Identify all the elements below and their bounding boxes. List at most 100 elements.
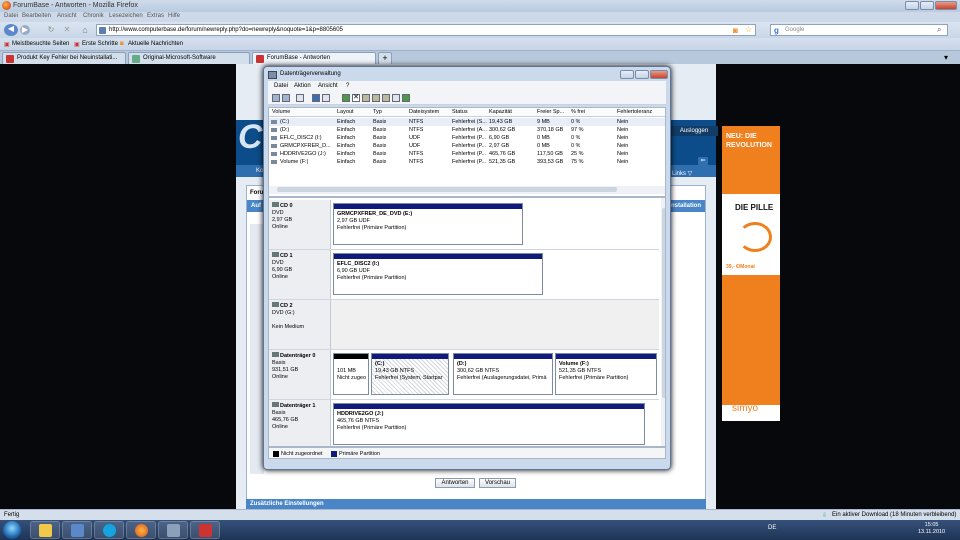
back-button[interactable]: ◀: [4, 24, 18, 36]
vertical-scrollbar[interactable]: [661, 198, 665, 446]
clock[interactable]: 15:05 13.11.2010: [918, 522, 945, 536]
nav-links[interactable]: Links ▽: [672, 170, 692, 177]
language-indicator[interactable]: DE: [768, 525, 776, 531]
partition-block[interactable]: (D:) 300,62 GB NTFS Fehlerfrei (Auslagerun…: [453, 353, 553, 395]
disk-label[interactable]: CD 1 DVD 6,90 GB Online: [269, 250, 331, 299]
list-icon[interactable]: [392, 94, 400, 102]
partition-block[interactable]: HDDRIVE2GO (J:) 465,76 GB NTFS Fehlerfrei …: [333, 403, 645, 445]
skype-icon[interactable]: [94, 521, 124, 539]
save-icon[interactable]: [372, 94, 380, 102]
partition-block[interactable]: EFLC_DISC2 (I:) 6,90 GB UDF Fehlerfrei (Pr…: [333, 253, 543, 295]
tab-produkt-key[interactable]: Produkt Key Fehler bei Neuinstallati...: [2, 52, 126, 64]
tab-original-microsoft[interactable]: Original-Microsoft-Software: [128, 52, 250, 64]
maximize-button[interactable]: [920, 1, 934, 10]
mmc-minimize-button[interactable]: [620, 70, 634, 79]
forward-icon[interactable]: [282, 94, 290, 102]
column-header[interactable]: Fehlertoleranz: [617, 109, 663, 115]
volume-cell: 6,90 GB: [489, 135, 510, 141]
column-header[interactable]: Dateisystem: [409, 109, 439, 115]
bookmark-meistbesuchte[interactable]: Meistbesuchte Seiten: [12, 41, 69, 47]
reload-icon[interactable]: ↻: [46, 25, 56, 35]
open-icon[interactable]: [362, 94, 370, 102]
rss-icon[interactable]: ◙: [733, 26, 738, 35]
tab-forumbase-antworten[interactable]: ForumBase - Antworten: [252, 52, 376, 64]
partition-block[interactable]: GRMCPXFRER_DE_DVD (E:) 2,97 GB UDF Fehlerf…: [333, 203, 523, 245]
extra-settings-header[interactable]: Zusätzliche Einstellungen: [246, 499, 706, 509]
search-icon[interactable]: [382, 94, 390, 102]
horizontal-scrollbar[interactable]: [269, 186, 665, 194]
start-button[interactable]: [3, 521, 21, 539]
scrollbar-thumb[interactable]: [662, 208, 665, 398]
check-icon[interactable]: [342, 94, 350, 102]
mmc-close-button[interactable]: [650, 70, 668, 79]
menu-chronik[interactable]: Chronik: [83, 13, 104, 19]
search-box[interactable]: g Google ⌕: [770, 24, 948, 36]
stop-icon[interactable]: ✕: [62, 25, 72, 35]
mmc-menu-datei[interactable]: Datei: [274, 83, 288, 89]
properties-icon[interactable]: [322, 94, 330, 102]
up-icon[interactable]: [296, 94, 304, 102]
menu-bearbeiten[interactable]: Bearbeiten: [22, 13, 51, 19]
volume-row[interactable]: (D:) Einfach Basis NTFS Fehlerfrei (A... 300,…: [269, 126, 665, 134]
menu-datei[interactable]: Datei: [4, 13, 18, 19]
minimize-button[interactable]: [905, 1, 919, 10]
firefox-icon[interactable]: [126, 521, 156, 539]
partition-block[interactable]: Volume (F:) 521,35 GB NTFS Fehlerfrei (Pri…: [555, 353, 657, 395]
mmc-menu-help[interactable]: ?: [346, 83, 349, 89]
volume-row[interactable]: Volume (F:) Einfach Basis NTFS Fehlerfrei (P…: [269, 158, 665, 166]
menu-extras[interactable]: Extras: [147, 13, 164, 19]
volume-row[interactable]: HDDRIVE2GO (J:) Einfach Basis NTFS Fehlerfre…: [269, 150, 665, 158]
explorer-icon[interactable]: [30, 521, 60, 539]
column-header[interactable]: % frei: [571, 109, 585, 115]
menu-lesezeichen[interactable]: Lesezeichen: [109, 13, 143, 19]
column-header[interactable]: Freier Sp...: [537, 109, 569, 115]
mmc-maximize-button[interactable]: [635, 70, 649, 79]
delete-icon[interactable]: ✕: [352, 94, 360, 102]
disk-icon[interactable]: [402, 94, 410, 102]
column-header[interactable]: Volume: [272, 109, 290, 115]
download-status[interactable]: Ein aktiver Download (18 Minuten verblei…: [832, 512, 956, 518]
column-header[interactable]: Status: [452, 109, 468, 115]
download-icon[interactable]: ⇩: [822, 512, 827, 519]
logout-button[interactable]: Ausloggen: [670, 126, 718, 136]
disk-label[interactable]: Datenträger 0 Basis 931,51 GB Online: [269, 350, 331, 399]
menu-hilfe[interactable]: Hilfe: [168, 13, 180, 19]
disk-label[interactable]: CD 2 DVD (G:) Kein Medium: [269, 300, 331, 349]
column-header[interactable]: Typ: [373, 109, 382, 115]
bookmark-star-icon[interactable]: ☆: [745, 25, 752, 34]
search-icon[interactable]: ⌕: [937, 25, 941, 35]
reply-button[interactable]: Antworten: [435, 478, 475, 488]
tab-list-icon[interactable]: ▾: [944, 53, 948, 62]
disk-label[interactable]: CD 0 DVD 2,97 GB Online: [269, 200, 331, 249]
preview-button[interactable]: Vorschau: [479, 478, 516, 488]
mmc-menu-ansicht[interactable]: Ansicht: [318, 83, 338, 89]
column-header[interactable]: Layout: [337, 109, 354, 115]
app-icon[interactable]: [190, 521, 220, 539]
volume-row[interactable]: EFLC_DISC2 (I:) Einfach Basis UDF Fehlerfrei…: [269, 134, 665, 142]
bookmark-aktuelle-nachrichten[interactable]: Aktuelle Nachrichten: [128, 41, 183, 47]
scrollbar-thumb[interactable]: [277, 187, 617, 192]
column-header[interactable]: Kapazität: [489, 109, 512, 115]
menu-ansicht[interactable]: Ansicht: [57, 13, 77, 19]
bookmark-erste-schritte[interactable]: Erste Schritte: [82, 41, 118, 47]
site-logo[interactable]: C: [238, 118, 263, 157]
help-icon[interactable]: [312, 94, 320, 102]
url-bar[interactable]: http://www.computerbase.de/forum/newrepl…: [96, 24, 756, 36]
partition-block[interactable]: (C:) 19,43 GB NTFS Fehlerfrei (System, Sta…: [371, 353, 449, 395]
folder-icon[interactable]: [62, 521, 92, 539]
windows-taskbar: [0, 520, 960, 540]
mmc-icon[interactable]: [158, 521, 188, 539]
disk-label[interactable]: Datenträger 1 Basis 465,76 GB Online: [269, 400, 331, 446]
partition-title: (C:): [375, 361, 385, 367]
window-title: ForumBase - Antworten - Mozilla Firefox: [13, 2, 138, 9]
volume-row[interactable]: (C:) Einfach Basis NTFS Fehlerfrei (S... 19,4…: [269, 118, 665, 126]
close-button[interactable]: [935, 1, 957, 10]
mmc-menu-aktion[interactable]: Aktion: [294, 83, 311, 89]
new-tab-button[interactable]: +: [378, 52, 392, 64]
forward-button[interactable]: ▶: [20, 25, 30, 35]
volume-row[interactable]: GRMCPXFRER_D... Einfach Basis UDF Fehlerfrei…: [269, 142, 665, 150]
partition-block[interactable]: 101 MB Nicht zugeo: [333, 353, 369, 395]
home-icon[interactable]: ⌂: [80, 25, 90, 35]
collapse-icon[interactable]: ⇐: [698, 157, 708, 165]
back-icon[interactable]: [272, 94, 280, 102]
